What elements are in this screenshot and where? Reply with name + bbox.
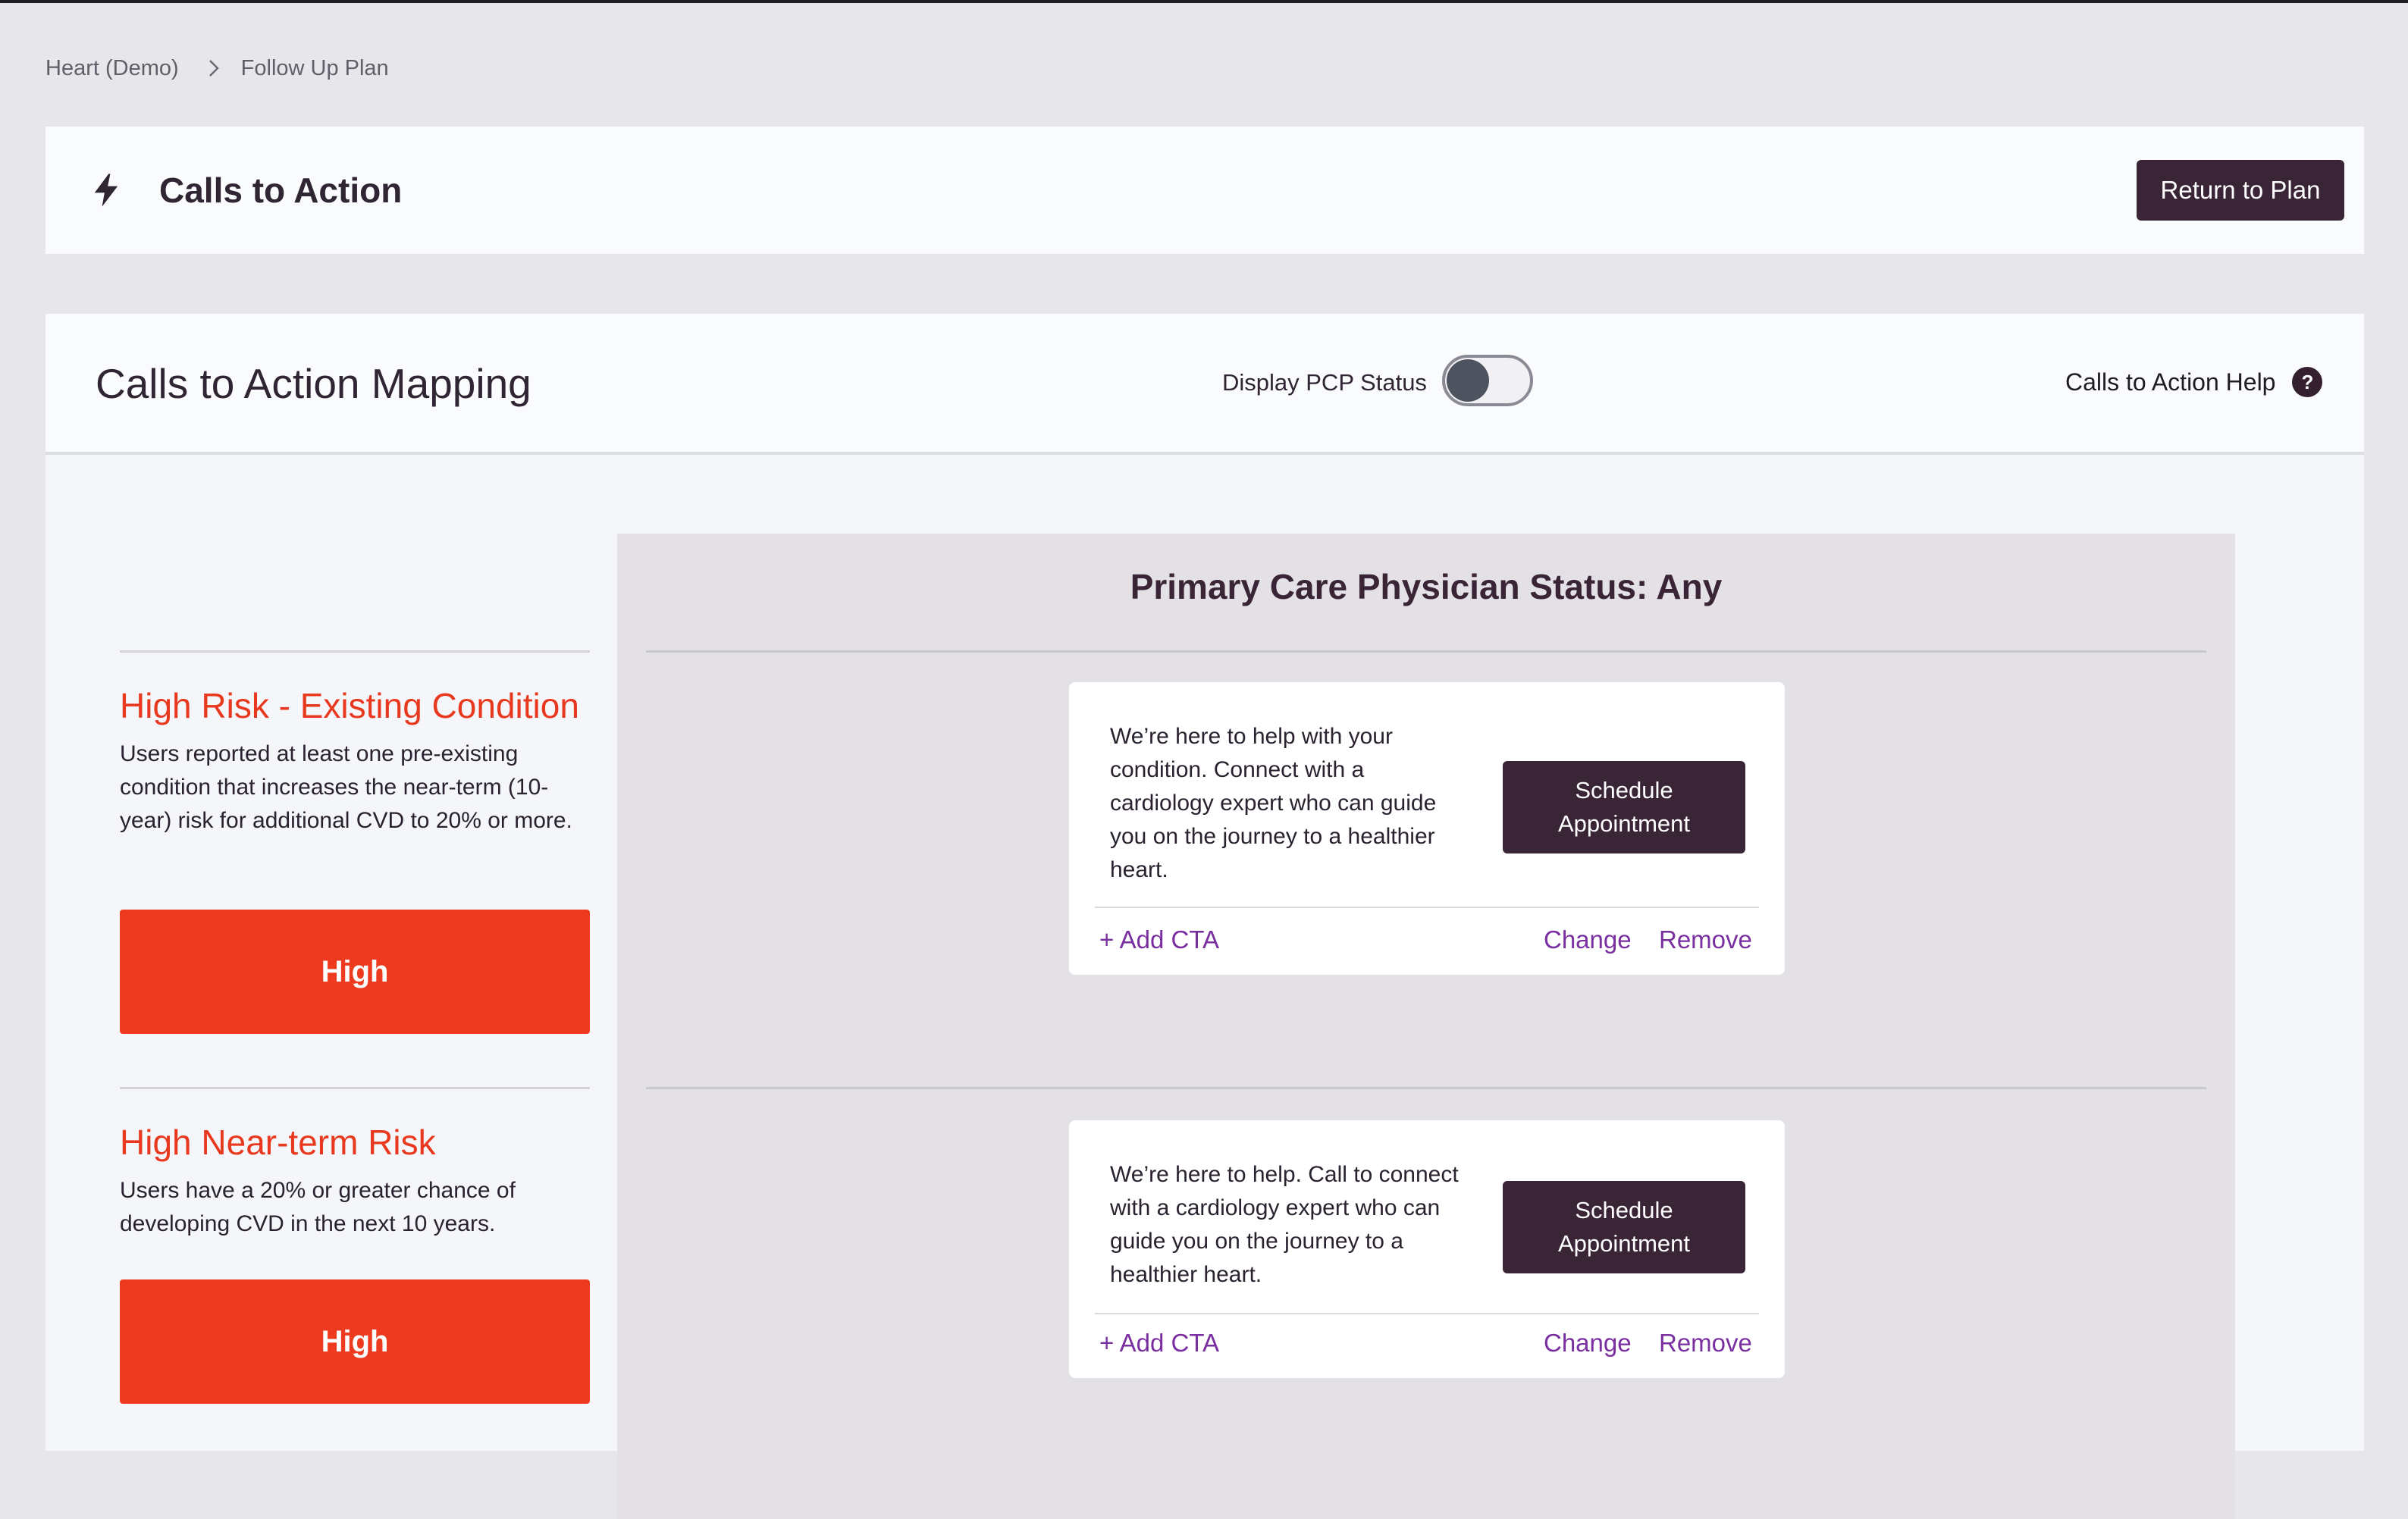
- bolt-icon: [86, 171, 126, 210]
- page-title: Calls to Action: [159, 171, 403, 210]
- cta-message: We’re here to help with your condition. …: [1110, 724, 1437, 882]
- pcp-status-panel: Primary Care Physician Status: Any We’re…: [617, 534, 2235, 1519]
- panel-divider: [646, 1087, 2206, 1089]
- schedule-appointment-button[interactable]: Schedule Appointment: [1503, 761, 1745, 853]
- cta-mapping-card: Calls to Action Mapping Display PCP Stat…: [45, 314, 2364, 1519]
- add-cta-link[interactable]: + Add CTA: [1099, 923, 1219, 957]
- display-pcp-status-toggle[interactable]: [1442, 355, 1533, 406]
- risk-description: Users have a 20% or greater chance of de…: [120, 1178, 516, 1236]
- remove-cta-link[interactable]: Remove: [1659, 1326, 1752, 1360]
- cta-divider: [1095, 907, 1759, 908]
- risk-title: High Risk - Existing Condition: [120, 686, 579, 725]
- schedule-appointment-button[interactable]: Schedule Appointment: [1503, 1181, 1745, 1273]
- mapping-header: Calls to Action Mapping Display PCP Stat…: [45, 314, 2364, 455]
- pcp-status-title: Primary Care Physician Status: Any: [1130, 567, 1723, 606]
- risk-title: High Near-term Risk: [120, 1123, 436, 1162]
- cta-message: We’re here to help. Call to connect with…: [1110, 1162, 1459, 1287]
- display-pcp-status-label: Display PCP Status: [1222, 369, 1427, 396]
- breadcrumb: Heart (Demo) Follow Up Plan: [45, 53, 389, 83]
- cta-card: We’re here to help. Call to connect with…: [1069, 1120, 1785, 1378]
- risk-item-existing-condition: High Risk - Existing Condition Users rep…: [120, 650, 590, 1034]
- change-cta-link[interactable]: Change: [1544, 1326, 1632, 1360]
- question-icon[interactable]: ?: [2292, 367, 2323, 397]
- risk-description: Users reported at least one pre-existing…: [120, 741, 572, 833]
- cta-help-link[interactable]: Calls to Action Help ?: [2065, 362, 2323, 402]
- return-to-plan-button[interactable]: Return to Plan: [2137, 160, 2344, 221]
- mapping-title: Calls to Action Mapping: [96, 360, 531, 407]
- breadcrumb-item-heart-demo[interactable]: Heart (Demo): [45, 56, 179, 81]
- panel-divider: [646, 650, 2206, 653]
- remove-cta-link[interactable]: Remove: [1659, 923, 1752, 957]
- cta-help-label: Calls to Action Help: [2065, 368, 2276, 396]
- risk-divider: [120, 1087, 590, 1089]
- risk-level-badge: High: [120, 1279, 590, 1404]
- risk-level-badge: High: [120, 910, 590, 1034]
- risk-item-near-term: High Near-term Risk Users have a 20% or …: [120, 1087, 590, 1404]
- add-cta-link[interactable]: + Add CTA: [1099, 1326, 1219, 1360]
- toggle-knob: [1447, 359, 1489, 402]
- window-top-border: [0, 0, 2408, 3]
- page-header: Calls to Action Return to Plan: [45, 127, 2364, 254]
- risk-divider: [120, 650, 590, 653]
- cta-card: We’re here to help with your condition. …: [1069, 682, 1785, 975]
- breadcrumb-item-follow-up-plan: Follow Up Plan: [240, 55, 389, 80]
- cta-divider: [1095, 1313, 1759, 1314]
- chevron-right-icon: [208, 58, 220, 78]
- change-cta-link[interactable]: Change: [1544, 923, 1632, 957]
